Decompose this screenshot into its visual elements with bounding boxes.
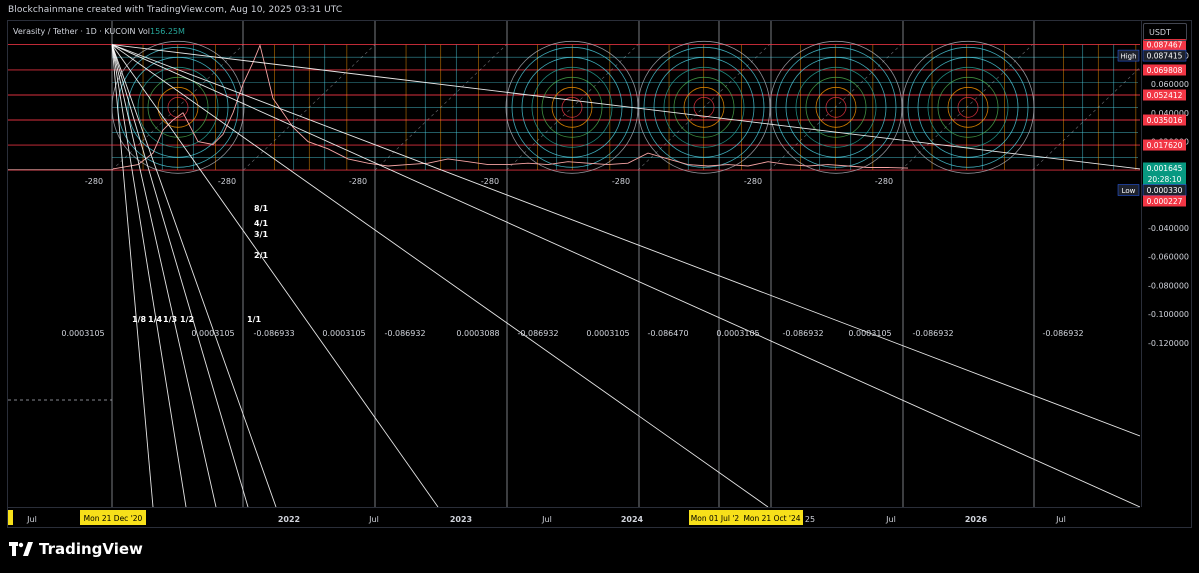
time-highlight-label: Mon 01 Jul '2 bbox=[691, 514, 740, 523]
time-tick-label: 25 bbox=[805, 515, 815, 524]
bar-count-label: -280 bbox=[349, 177, 367, 186]
price-range-label: -0.086470 bbox=[647, 329, 688, 338]
fan-ratio-label: 1/4 bbox=[148, 315, 162, 324]
price-range-label: -0.086932 bbox=[517, 329, 558, 338]
bar-count-label: -280 bbox=[612, 177, 630, 186]
time-tick-label: Jul bbox=[541, 515, 552, 524]
symbol-title: Verasity / Tether · 1D · KUCOIN bbox=[13, 27, 136, 36]
time-tick-label: 2024 bbox=[621, 515, 644, 524]
price-range-label: 0.0003105 bbox=[716, 329, 759, 338]
price-badge-label: High bbox=[1120, 53, 1136, 61]
price-tick-label: -0.080000 bbox=[1148, 281, 1189, 290]
bar-count-label: -280 bbox=[481, 177, 499, 186]
gann-fan-line-2 bbox=[111, 44, 1140, 507]
fan-ratio-label: 2/1 bbox=[254, 251, 268, 260]
gann-fan-line-0 bbox=[111, 44, 1140, 170]
symbol-legend[interactable]: Verasity / Tether · 1D · KUCOIN Vol156.2… bbox=[13, 27, 185, 36]
tradingview-logo-text: TradingView bbox=[39, 540, 143, 558]
time-tick-label: 2026 bbox=[965, 515, 988, 524]
time-highlight-label: Mon 21 Oct '24 bbox=[743, 514, 800, 523]
price-range-label: -0.086932 bbox=[912, 329, 953, 338]
price-range-label: -0.086932 bbox=[1042, 329, 1083, 338]
price-badge: 0.069808 bbox=[1147, 66, 1183, 75]
chart-credit: Blockchainmane created with TradingView.… bbox=[8, 5, 343, 15]
price-tick-label: -0.100000 bbox=[1148, 310, 1189, 319]
fan-ratio-label: 1/3 bbox=[163, 315, 177, 324]
time-tick-label: Jul bbox=[1055, 515, 1066, 524]
price-badge: 0.001645 bbox=[1147, 164, 1183, 173]
fan-ratio-label: 1/1 bbox=[247, 315, 261, 324]
price-chart[interactable]: -280 -280 -280 -280 -280 -280 -280 0.0003105 0.0… bbox=[8, 21, 1140, 507]
gann-fan-line-4 bbox=[111, 44, 439, 507]
time-tick-label: 2022 bbox=[278, 515, 300, 524]
price-range-label: -0.086932 bbox=[384, 329, 425, 338]
price-badge-label: Low bbox=[1122, 187, 1136, 195]
time-highlight-edge bbox=[8, 510, 13, 525]
time-axis-labels: Jul 2022 Jul 2023 Jul 2024 25 Jul 2026 Jul Mon 21 … bbox=[8, 510, 1066, 525]
price-range-label: 0.0003105 bbox=[191, 329, 234, 338]
price-range-label: 0.0003105 bbox=[848, 329, 891, 338]
price-badge: 0.000330 bbox=[1147, 186, 1183, 195]
time-tick-label: Jul bbox=[885, 515, 896, 524]
time-tick-label: 2023 bbox=[450, 515, 472, 524]
price-tick-label: 0.060000 bbox=[1151, 80, 1189, 89]
price-badge: 0.017620 bbox=[1147, 141, 1183, 150]
gann-fan-line-7 bbox=[111, 44, 217, 507]
price-axis[interactable]: 0.1800000.1600000.1400000.1200000.080000… bbox=[1141, 0, 1192, 507]
price-range-label: 0.0003105 bbox=[322, 329, 365, 338]
price-badge: 0.052412 bbox=[1147, 91, 1183, 100]
price-axis-labels: 0.1800000.1600000.1400000.1200000.080000… bbox=[1142, 0, 1189, 348]
gann-fan-line-1 bbox=[111, 44, 1140, 437]
price-badge: 0.035016 bbox=[1147, 116, 1183, 125]
time-tick-label: Jul bbox=[26, 515, 37, 524]
price-line bbox=[112, 43, 909, 170]
price-tick-label: -0.040000 bbox=[1148, 224, 1189, 233]
tradingview-logo-icon bbox=[9, 542, 33, 556]
currency-selector[interactable]: USDT bbox=[1143, 23, 1187, 41]
bar-count-label: -280 bbox=[85, 177, 103, 186]
price-range-label: -0.086933 bbox=[253, 329, 294, 338]
time-axis[interactable]: Jul 2022 Jul 2023 Jul 2024 25 Jul 2026 Jul Mon 21 … bbox=[8, 507, 1140, 528]
time-highlight-label: Mon 21 Dec '20 bbox=[84, 514, 143, 523]
price-badge: 0.000227 bbox=[1147, 197, 1183, 206]
gann-fan-line-3 bbox=[111, 44, 769, 507]
fan-ratio-label: 1/2 bbox=[180, 315, 194, 324]
volume-value: 156.25M bbox=[150, 27, 185, 36]
price-tick-label: -0.060000 bbox=[1148, 253, 1189, 262]
bar-count-label: -280 bbox=[875, 177, 893, 186]
price-tick-label: -0.120000 bbox=[1148, 339, 1189, 348]
tradingview-logo[interactable]: TradingView bbox=[9, 540, 143, 558]
bar-count-label: -280 bbox=[744, 177, 762, 186]
fan-ratio-label: 8/1 bbox=[254, 204, 268, 213]
price-range-label: -0.086932 bbox=[782, 329, 823, 338]
fan-ratio-label: 3/1 bbox=[254, 230, 268, 239]
fan-ratio-label: 1/8 bbox=[132, 315, 146, 324]
price-range-label: 0.0003105 bbox=[586, 329, 629, 338]
volume-label: Vol bbox=[138, 27, 151, 36]
price-range-label: 0.0003105 bbox=[61, 329, 104, 338]
time-tick-label: Jul bbox=[368, 515, 379, 524]
gann-fan-line-5 bbox=[111, 44, 277, 507]
price-range-label: 0.0003088 bbox=[456, 329, 499, 338]
bar-count-label: -280 bbox=[218, 177, 236, 186]
fan-ratio-label: 4/1 bbox=[254, 219, 268, 228]
price-badge: 0.087415 bbox=[1147, 52, 1183, 61]
price-badge: 20:28:10 bbox=[1148, 175, 1182, 184]
